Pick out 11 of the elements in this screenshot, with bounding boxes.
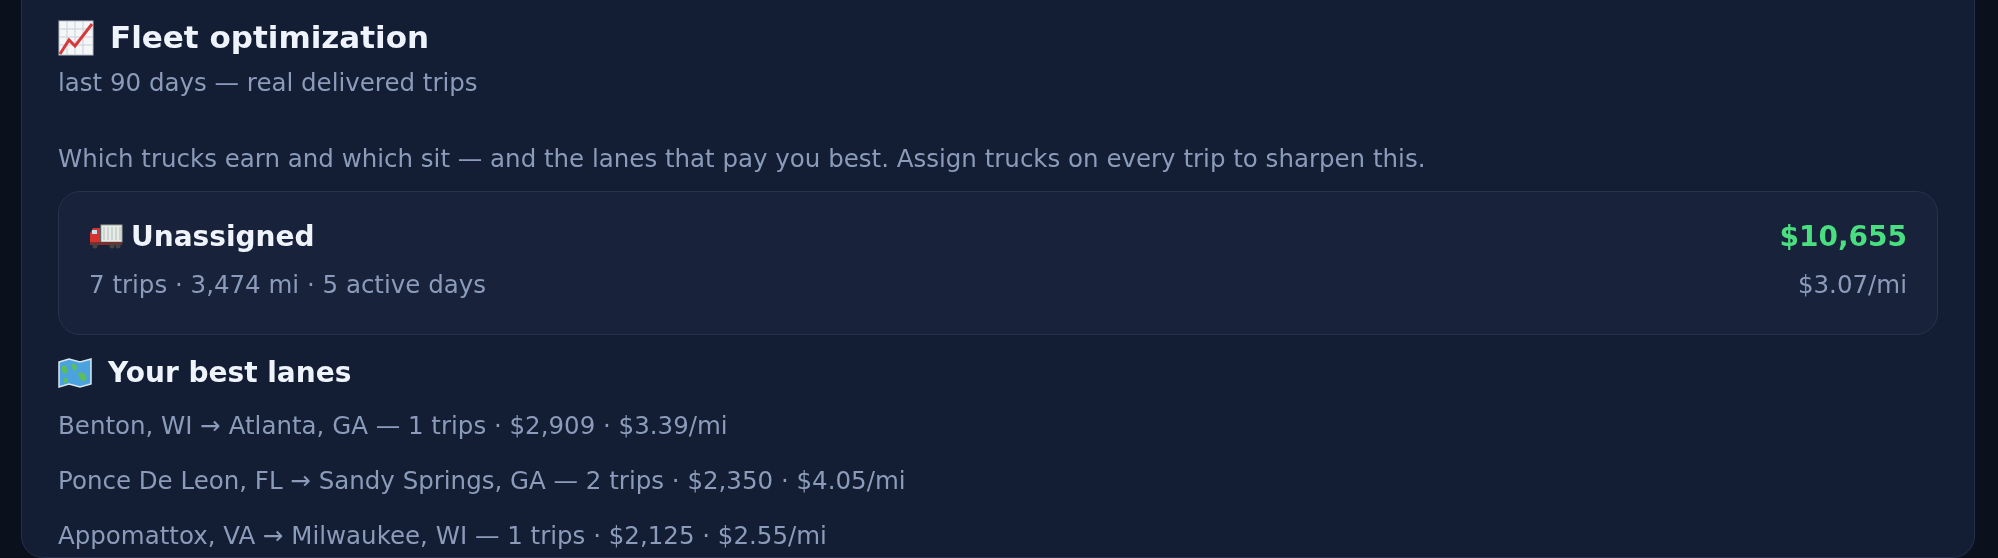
revenue-value: $10,655 bbox=[1779, 219, 1907, 254]
lane-item: Benton, WI → Atlanta, GA — 1 trips · $2,909 · $3.39/mi bbox=[58, 409, 729, 442]
panel-title: Fleet optimization bbox=[110, 19, 430, 57]
truck-name: Unassigned bbox=[131, 219, 315, 254]
description-text: Which trucks earn and which sit — and the lanes that pay you best. Assign trucks on every trip to sharpen this. bbox=[58, 142, 1427, 175]
rate-value: $3.07/mi bbox=[1797, 269, 1907, 302]
lane-item: Ponce De Leon, FL → Sandy Springs, GA — 2 trips · $2,350 · $4.05/mi bbox=[58, 464, 907, 497]
truck-stats: 7 trips · 3,474 mi · 5 active days bbox=[89, 269, 486, 302]
lane-item: Appomattox, VA → Milwaukee, WI — 1 trips · $2,125 · $2.55/mi bbox=[58, 519, 828, 552]
panel-subtitle: last 90 days — real delivered trips bbox=[58, 67, 479, 100]
section-heading: Your best lanes bbox=[108, 356, 352, 390]
